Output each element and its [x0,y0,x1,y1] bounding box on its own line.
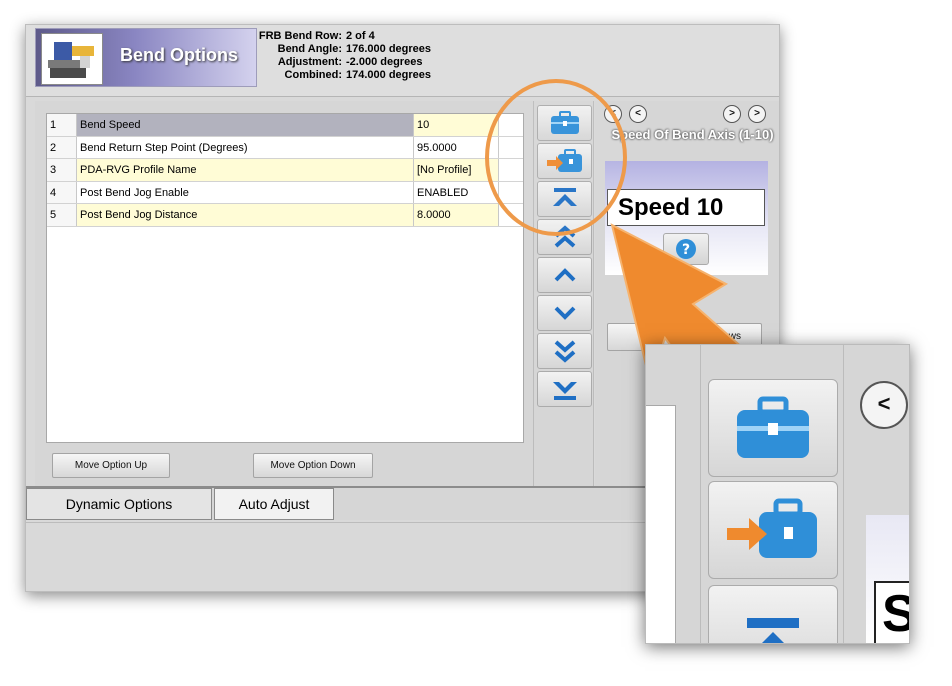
highlight-circle [485,79,627,236]
table-row[interactable]: 1 Bend Speed 10 [47,114,523,137]
brand-banner: Bend Options [35,28,257,87]
last-row-button[interactable] [537,371,592,407]
info-value: 2 of 4 [346,30,375,42]
option-name: Bend Return Step Point (Degrees) [77,136,414,158]
info-value: -2.000 degrees [346,56,423,68]
table-row[interactable]: 3 PDA-RVG Profile Name [No Profile] [47,159,523,182]
tab-dynamic-options[interactable]: Dynamic Options [26,488,212,520]
info-label: Adjustment: [277,56,342,68]
double-chevron-down-icon [554,340,575,363]
option-value[interactable]: 8.0000 [414,204,499,226]
parameter-editor: Speed 10 ? [605,161,768,275]
help-button[interactable]: ? [663,233,709,265]
zoom-nav-toolbar [700,345,844,643]
zoom-prev-button: < [860,381,908,429]
option-value[interactable]: ENABLED [414,181,499,203]
toolbox-arrow-icon [727,498,817,558]
next-button[interactable]: > [723,105,741,123]
page-down-button[interactable] [537,333,592,369]
move-option-down-button[interactable]: Move Option Down [253,453,373,478]
zoom-toolbox-button [708,379,838,477]
option-value[interactable]: 10 [414,114,499,136]
zoom-inset: < S [645,344,910,644]
info-row-combined: Combined: 174.000 degrees [258,69,431,82]
move-option-up-button[interactable]: Move Option Up [52,453,170,478]
zoom-grid-edge [646,345,698,643]
info-row-adjustment: Adjustment: -2.000 degrees [258,56,431,69]
header: Bend Options FRB Bend Row: 2 of 4 Bend An… [26,25,779,97]
option-name: Bend Speed [77,114,414,136]
info-row-angle: Bend Angle: 176.000 degrees [258,43,431,56]
page-title: Bend Options [120,45,238,65]
chevron-down-icon [554,306,575,320]
svg-text:?: ? [682,242,690,258]
option-name: Post Bend Jog Distance [77,204,414,226]
info-label: FRB Bend Row: [258,30,342,42]
row-number: 1 [47,114,77,136]
toolbox-icon [737,396,809,458]
help-icon: ? [676,239,696,259]
bend-info: FRB Bend Row: 2 of 4 Bend Angle: 176.000 d… [258,30,431,82]
row-down-button[interactable] [537,295,592,331]
row-number: 3 [47,159,77,181]
info-row-frb: FRB Bend Row: 2 of 4 [258,30,431,43]
press-brake-icon [41,33,103,85]
info-label: Combined: [284,69,342,81]
chevron-up-icon [554,268,575,282]
info-value: 176.000 degrees [346,43,432,55]
parameter-title: Speed Of Bend Axis (1-10) [611,127,774,142]
last-row-icon [552,382,577,400]
row-up-button[interactable] [537,257,592,293]
speed-value-field[interactable]: Speed 10 [607,189,765,226]
row-number: 5 [47,204,77,226]
screenshot-stage: Bend Options FRB Bend Row: 2 of 4 Bend An… [0,0,952,686]
zoom-parameter-panel: < S [846,345,909,643]
options-panel: 1 Bend Speed 10 2 Bend Return Step Point… [35,101,533,486]
option-name: Post Bend Jog Enable [77,181,414,203]
zoom-apply-toolbox-button [708,481,838,579]
info-value: 174.000 degrees [346,69,432,81]
info-label: Bend Angle: [277,43,342,55]
row-number: 4 [47,181,77,203]
next-last-button[interactable]: > [748,105,766,123]
table-row[interactable]: 2 Bend Return Step Point (Degrees) 95.00… [47,136,523,159]
zoom-first-row-button [708,585,838,643]
zoom-speed-field: S [874,581,909,643]
options-grid: 1 Bend Speed 10 2 Bend Return Step Point… [46,113,524,443]
first-row-icon [747,618,799,643]
row-number: 2 [47,136,77,158]
zoom-grid-area [646,405,676,643]
table-row[interactable]: 5 Post Bend Jog Distance 8.0000 [47,204,523,227]
option-name: PDA-RVG Profile Name [77,159,414,181]
tab-auto-adjust[interactable]: Auto Adjust [214,488,334,520]
table-row[interactable]: 4 Post Bend Jog Enable ENABLED [47,181,523,204]
prev-button[interactable]: < [629,105,647,123]
